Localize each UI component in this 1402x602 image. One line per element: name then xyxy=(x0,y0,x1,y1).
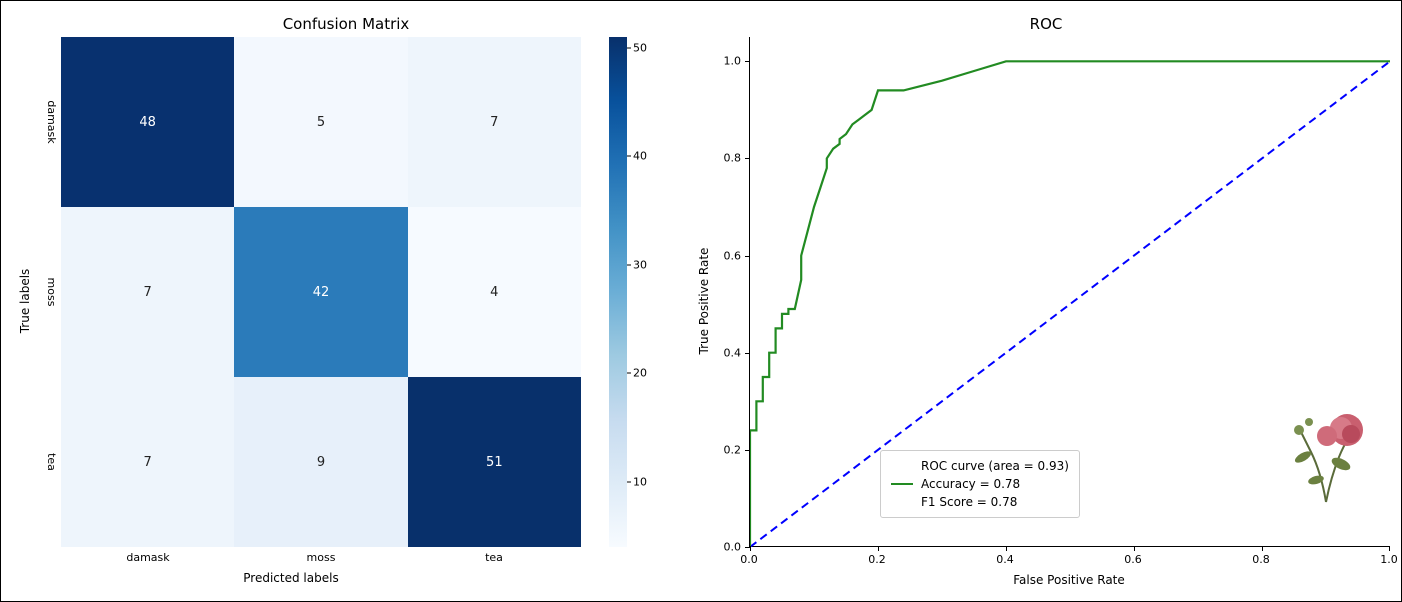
cbar-tick-40: 40 xyxy=(633,150,647,163)
cm-colorbar xyxy=(609,37,627,547)
cbar-tick-10: 10 xyxy=(633,476,647,489)
roc-ytick-1: 0.2 xyxy=(713,443,741,456)
legend-swatch-blank2-icon xyxy=(891,501,913,503)
cm-cell-1-1: 42 xyxy=(234,207,407,377)
roc-ylabel: True Positive Rate xyxy=(697,248,711,355)
cm-title: Confusion Matrix xyxy=(1,15,691,33)
roc-xtick-2: 0.4 xyxy=(996,553,1014,566)
roc-ytick-0: 0.0 xyxy=(713,541,741,554)
legend-label-acc: Accuracy = 0.78 xyxy=(921,475,1020,493)
roc-legend: ROC curve (area = 0.93) Accuracy = 0.78 … xyxy=(880,450,1080,518)
roc-xtick-0: 0.0 xyxy=(740,553,758,566)
roc-xtick-3: 0.6 xyxy=(1124,553,1142,566)
cm-cell-2-0: 7 xyxy=(61,377,234,547)
legend-label-roc: ROC curve (area = 0.93) xyxy=(921,457,1069,475)
roc-xlabel: False Positive Rate xyxy=(749,573,1389,587)
cm-xtick-0: damask xyxy=(126,551,169,564)
figure: Confusion Matrix 48 5 7 7 42 4 7 9 51 da… xyxy=(0,0,1402,602)
legend-swatch-blank-icon xyxy=(891,465,913,467)
roc-xtick-5: 1.0 xyxy=(1380,553,1398,566)
cbar-tick-30: 30 xyxy=(633,259,647,272)
cm-heatmap: 48 5 7 7 42 4 7 9 51 xyxy=(61,37,581,547)
confusion-matrix-subplot: Confusion Matrix 48 5 7 7 42 4 7 9 51 da… xyxy=(1,1,691,601)
cm-ylabel: True labels xyxy=(18,269,32,334)
cm-ytick-0: damask xyxy=(45,100,58,143)
cbar-tick-20: 20 xyxy=(633,367,647,380)
cm-xtick-1: moss xyxy=(307,551,336,564)
roc-subplot: ROC ROC curve (a xyxy=(691,1,1401,601)
legend-label-f1: F1 Score = 0.78 xyxy=(921,493,1017,511)
roc-ytick-5: 1.0 xyxy=(713,55,741,68)
cm-ytick-2: tea xyxy=(45,453,58,471)
cm-cell-0-1: 5 xyxy=(234,37,407,207)
cbar-tick-50: 50 xyxy=(633,42,647,55)
roc-ytick-4: 0.8 xyxy=(713,152,741,165)
roc-plot-area: ROC curve (area = 0.93) Accuracy = 0.78 … xyxy=(749,37,1389,547)
cm-cell-2-1: 9 xyxy=(234,377,407,547)
cm-xtick-2: tea xyxy=(485,551,503,564)
legend-row-roc: ROC curve (area = 0.93) xyxy=(891,457,1069,475)
cm-cell-0-2: 7 xyxy=(408,37,581,207)
roc-ytick-2: 0.4 xyxy=(713,346,741,359)
cm-cell-1-2: 4 xyxy=(408,207,581,377)
rose-illustration-icon xyxy=(1281,402,1371,512)
cm-cell-1-0: 7 xyxy=(61,207,234,377)
cm-cell-0-0: 48 xyxy=(61,37,234,207)
roc-ytick-3: 0.6 xyxy=(713,249,741,262)
cm-cell-2-2: 51 xyxy=(408,377,581,547)
roc-xtick-1: 0.2 xyxy=(868,553,886,566)
roc-title: ROC xyxy=(691,15,1401,33)
cm-xlabel: Predicted labels xyxy=(1,571,581,585)
cm-ytick-1: moss xyxy=(45,278,58,307)
legend-row-f1: F1 Score = 0.78 xyxy=(891,493,1069,511)
legend-swatch-line-icon xyxy=(891,483,913,485)
legend-row-acc: Accuracy = 0.78 xyxy=(891,475,1069,493)
roc-xtick-4: 0.8 xyxy=(1252,553,1270,566)
